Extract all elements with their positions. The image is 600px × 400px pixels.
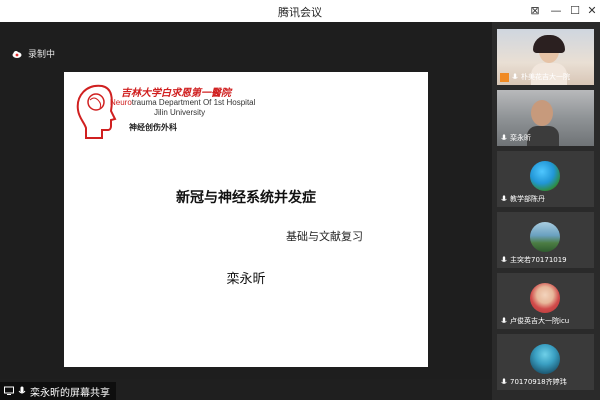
participant-label: 栾永昕 — [500, 133, 531, 143]
participant-name: 栾永昕 — [510, 134, 531, 142]
participant-video — [531, 100, 553, 126]
participant-hair — [533, 35, 565, 53]
participant-shirt — [527, 126, 559, 146]
participant-label: 卢俊英吉大一院icu — [500, 316, 569, 326]
mic-icon — [18, 386, 26, 394]
mic-icon — [501, 134, 507, 140]
avatar — [530, 283, 560, 313]
slide-author: 栾永昕 — [226, 272, 266, 287]
shared-screen-stage: 录制中 吉林大学白求恩第一醫院 Neurotrauma Department O… — [0, 22, 492, 379]
participant-tile[interactable]: 70170918齐婷玮 — [497, 334, 594, 390]
participant-name: 朴美花吉大一院 — [521, 73, 570, 81]
participants-panel: 朴美花吉大一院 栾永昕 教学部陈丹 主突若70171019 卢俊英吉大一院icu… — [492, 22, 600, 400]
department-chinese-name: 神经创伤外科 — [129, 122, 177, 132]
window-title: 腾讯会议 — [278, 6, 322, 19]
participant-name: 卢俊英吉大一院icu — [510, 317, 570, 325]
screen-share-bar[interactable]: 栾永昕的屏幕共享 — [0, 382, 116, 400]
host-badge-icon — [500, 72, 509, 82]
minimize-button[interactable]: — — [548, 3, 564, 19]
mic-icon — [512, 73, 518, 79]
screen-share-label: 栾永昕的屏幕共享 — [30, 387, 110, 399]
mic-icon — [501, 256, 507, 262]
participant-name: 主突若70171019 — [510, 256, 567, 264]
screen-share-icon — [4, 386, 14, 395]
cloud-record-icon — [12, 50, 22, 58]
participant-tile[interactable]: 朴美花吉大一院 — [497, 29, 594, 85]
participant-tile[interactable]: 栾永昕 — [497, 90, 594, 146]
participant-tile[interactable]: 主突若70171019 — [497, 212, 594, 268]
neurotrauma-logo-icon — [76, 84, 117, 139]
slide-subtitle: 基础与文献复习 — [286, 230, 363, 243]
participant-name: 教学部陈丹 — [510, 195, 545, 203]
meeting-window: 腾讯会议 ⊠ — ☐ ✕ 录制中 吉林大学白求恩第一醫院 Neurotrauma… — [0, 0, 600, 400]
department-english-name: Neurotrauma Department Of 1st Hospital — [110, 98, 255, 107]
mic-icon — [501, 195, 507, 201]
recording-indicator[interactable]: 录制中 — [12, 47, 55, 60]
participant-name: 70170918齐婷玮 — [510, 378, 567, 386]
participant-label: 教学部陈丹 — [500, 194, 545, 204]
participant-label: 朴美花吉大一院 — [500, 72, 570, 82]
close-button[interactable]: ✕ — [584, 3, 600, 19]
presentation-slide: 吉林大学白求恩第一醫院 Neurotrauma Department Of 1s… — [64, 72, 428, 367]
title-bar: 腾讯会议 ⊠ — ☐ ✕ — [0, 0, 600, 23]
slide-title: 新冠与神经系统并发症 — [176, 190, 316, 206]
participant-label: 70170918齐婷玮 — [500, 377, 567, 387]
maximize-button[interactable]: ☐ — [567, 3, 583, 19]
dept-prefix: Neuro — [110, 98, 132, 107]
mic-icon — [501, 317, 507, 323]
participant-tile[interactable]: 卢俊英吉大一院icu — [497, 273, 594, 329]
participant-label: 主突若70171019 — [500, 255, 567, 265]
dept-rest: trauma Department Of 1st Hospital — [131, 98, 256, 107]
university-chinese-name: 吉林大学白求恩第一醫院 — [121, 88, 231, 99]
avatar — [530, 222, 560, 252]
recording-label: 录制中 — [28, 50, 56, 60]
university-english-name: Jilin University — [154, 108, 206, 117]
mic-icon — [501, 378, 507, 384]
pin-icon[interactable]: ⊠ — [527, 3, 543, 19]
avatar — [530, 161, 560, 191]
avatar — [530, 344, 560, 374]
participant-tile[interactable]: 教学部陈丹 — [497, 151, 594, 207]
